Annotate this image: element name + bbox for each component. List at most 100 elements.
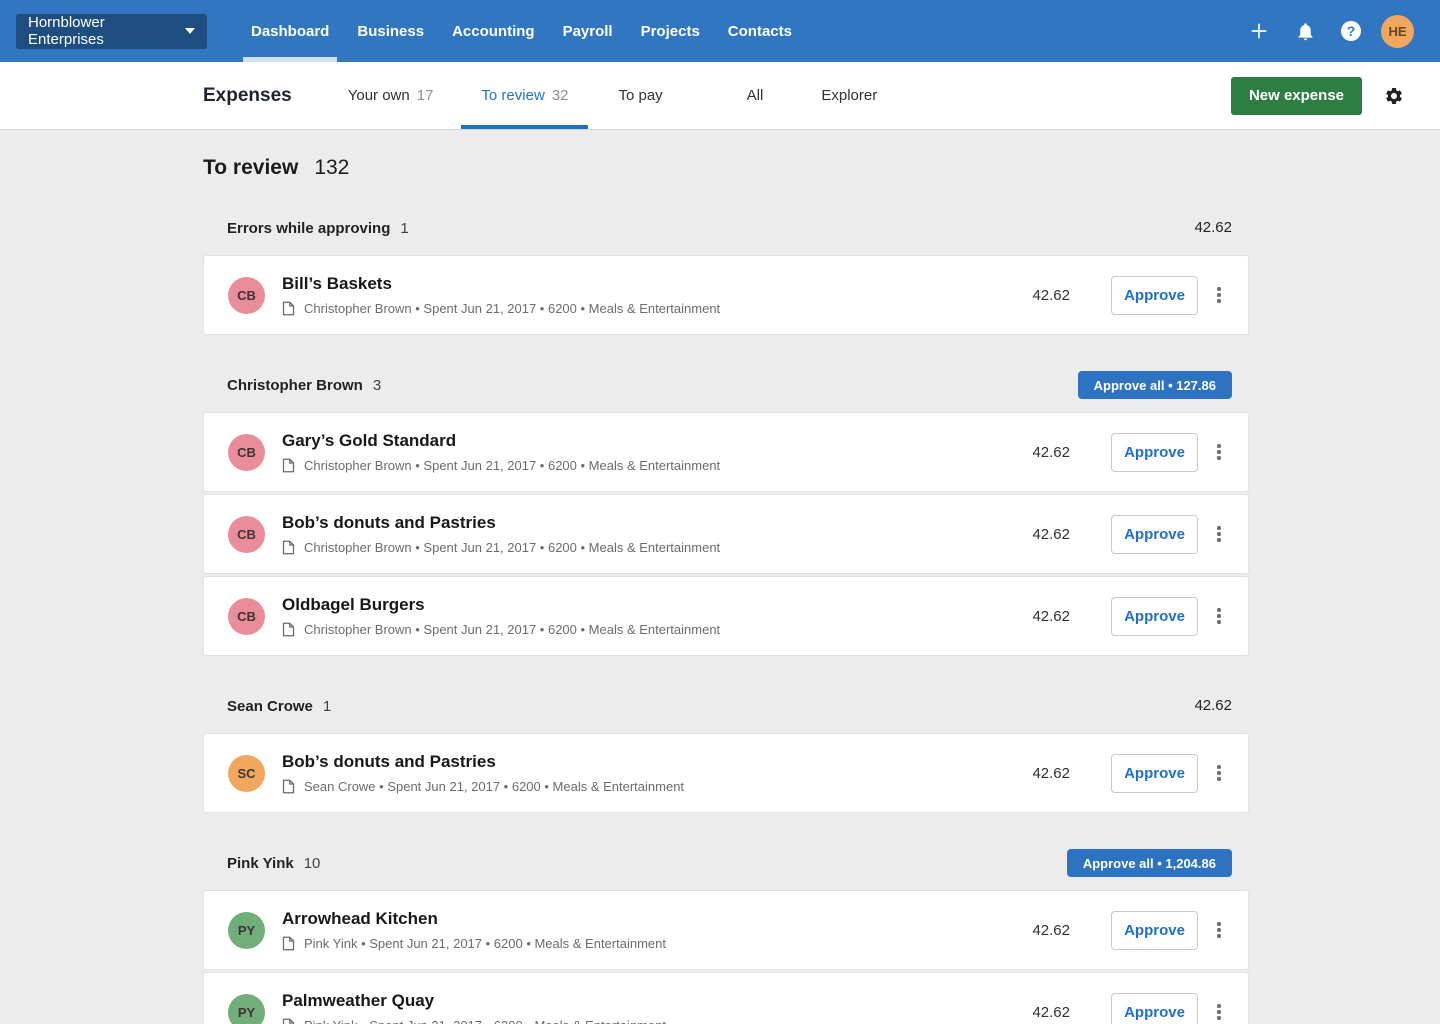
expense-title: Bill’s Baskets bbox=[282, 274, 950, 294]
group-header: Errors while approving 1 42.62 bbox=[203, 214, 1249, 242]
more-options-icon[interactable] bbox=[1207, 515, 1231, 554]
avatar: CB bbox=[228, 516, 265, 553]
nav-item-dashboard[interactable]: Dashboard bbox=[237, 0, 343, 62]
expense-card[interactable]: CB Bob’s donuts and Pastries Christopher… bbox=[203, 494, 1249, 574]
receipt-document-icon bbox=[282, 779, 295, 794]
approve-button[interactable]: Approve bbox=[1111, 597, 1198, 636]
approve-button[interactable]: Approve bbox=[1111, 911, 1198, 950]
more-options-icon[interactable] bbox=[1207, 754, 1231, 793]
org-switcher[interactable]: Hornblower Enterprises bbox=[16, 14, 207, 49]
expense-meta: Christopher Brown • Spent Jun 21, 2017 •… bbox=[304, 622, 720, 637]
nav-item-payroll[interactable]: Payroll bbox=[549, 0, 627, 62]
receipt-document-icon bbox=[282, 301, 295, 316]
nav-utilities: ? HE bbox=[1243, 15, 1424, 48]
help-icon[interactable]: ? bbox=[1335, 15, 1367, 47]
avatar: CB bbox=[228, 598, 265, 635]
expense-meta: Sean Crowe • Spent Jun 21, 2017 • 6200 •… bbox=[304, 779, 684, 794]
expense-card[interactable]: PY Palmweather Quay Pink Yink • Spent Ju… bbox=[203, 972, 1249, 1024]
expense-tabs: Your own17 To review32 To pay All Explor… bbox=[328, 62, 897, 129]
approve-all-button[interactable]: Approve all • 127.86 bbox=[1078, 371, 1232, 399]
notifications-bell-icon[interactable] bbox=[1289, 15, 1321, 47]
receipt-document-icon bbox=[282, 458, 295, 473]
to-review-count: 132 bbox=[314, 156, 349, 179]
expense-card[interactable]: SC Bob’s donuts and Pastries Sean Crowe … bbox=[203, 733, 1249, 813]
group-name: Sean Crowe bbox=[227, 698, 313, 715]
approve-button[interactable]: Approve bbox=[1111, 276, 1198, 315]
chevron-down-icon bbox=[185, 28, 195, 34]
expense-amount: 42.62 bbox=[950, 444, 1070, 461]
expense-title: Palmweather Quay bbox=[282, 991, 950, 1011]
expense-title: Bob’s donuts and Pastries bbox=[282, 752, 950, 772]
group-total: 42.62 bbox=[1194, 697, 1232, 714]
expense-amount: 42.62 bbox=[950, 287, 1070, 304]
expenses-header: Expenses Your own17 To review32 To pay A… bbox=[0, 62, 1440, 130]
nav-item-projects[interactable]: Projects bbox=[627, 0, 714, 62]
approve-button[interactable]: Approve bbox=[1111, 515, 1198, 554]
more-options-icon[interactable] bbox=[1207, 911, 1231, 950]
avatar: PY bbox=[228, 912, 265, 949]
more-options-icon[interactable] bbox=[1207, 276, 1231, 315]
to-review-content: To review132 Errors while approving 1 42… bbox=[203, 156, 1249, 1024]
expense-title: Arrowhead Kitchen bbox=[282, 909, 950, 929]
tab-to-review[interactable]: To review32 bbox=[461, 62, 588, 129]
expense-title: Gary’s Gold Standard bbox=[282, 431, 950, 451]
expense-card[interactable]: PY Arrowhead Kitchen Pink Yink • Spent J… bbox=[203, 890, 1249, 970]
group-header: Christopher Brown 3 Approve all • 127.86 bbox=[203, 371, 1249, 399]
expense-title: Oldbagel Burgers bbox=[282, 595, 950, 615]
tab-explorer[interactable]: Explorer bbox=[801, 62, 897, 129]
group-total: 42.62 bbox=[1194, 219, 1232, 236]
group-count: 1 bbox=[323, 698, 331, 715]
expense-card[interactable]: CB Bill’s Baskets Christopher Brown • Sp… bbox=[203, 255, 1249, 335]
settings-gear-icon[interactable] bbox=[1384, 86, 1404, 106]
expense-amount: 42.62 bbox=[950, 526, 1070, 543]
expense-amount: 42.62 bbox=[950, 922, 1070, 939]
org-name: Hornblower Enterprises bbox=[28, 14, 177, 48]
user-avatar[interactable]: HE bbox=[1381, 15, 1414, 48]
avatar: SC bbox=[228, 755, 265, 792]
approve-button[interactable]: Approve bbox=[1111, 433, 1198, 472]
tab-all[interactable]: All bbox=[727, 62, 784, 129]
group-name: Christopher Brown bbox=[227, 377, 363, 394]
expense-group: Christopher Brown 3 Approve all • 127.86… bbox=[203, 371, 1249, 656]
receipt-document-icon bbox=[282, 622, 295, 637]
to-review-heading: To review132 bbox=[203, 156, 1249, 180]
expense-meta: Pink Yink • Spent Jun 21, 2017 • 6200 • … bbox=[304, 936, 666, 951]
nav-item-contacts[interactable]: Contacts bbox=[714, 0, 806, 62]
expense-meta: Christopher Brown • Spent Jun 21, 2017 •… bbox=[304, 301, 720, 316]
expense-group: Errors while approving 1 42.62 CB Bill’s… bbox=[203, 214, 1249, 335]
more-options-icon[interactable] bbox=[1207, 993, 1231, 1024]
expense-meta: Pink Yink • Spent Jun 21, 2017 • 6200 • … bbox=[304, 1018, 666, 1024]
add-icon[interactable] bbox=[1243, 15, 1275, 47]
receipt-document-icon bbox=[282, 540, 295, 555]
new-expense-button[interactable]: New expense bbox=[1231, 77, 1362, 115]
avatar: CB bbox=[228, 434, 265, 471]
avatar: CB bbox=[228, 277, 265, 314]
expense-title: Bob’s donuts and Pastries bbox=[282, 513, 950, 533]
top-nav: Hornblower Enterprises Dashboard Busines… bbox=[0, 0, 1440, 62]
approve-button[interactable]: Approve bbox=[1111, 993, 1198, 1024]
group-header: Pink Yink 10 Approve all • 1,204.86 bbox=[203, 849, 1249, 877]
avatar: PY bbox=[228, 994, 265, 1024]
more-options-icon[interactable] bbox=[1207, 597, 1231, 636]
nav-item-business[interactable]: Business bbox=[343, 0, 438, 62]
group-name: Pink Yink bbox=[227, 855, 294, 872]
expense-card[interactable]: CB Oldbagel Burgers Christopher Brown • … bbox=[203, 576, 1249, 656]
group-name: Errors while approving bbox=[227, 220, 390, 237]
expense-amount: 42.62 bbox=[950, 1004, 1070, 1021]
tab-your-own[interactable]: Your own17 bbox=[328, 62, 454, 129]
approve-all-button[interactable]: Approve all • 1,204.86 bbox=[1067, 849, 1232, 877]
expense-meta: Christopher Brown • Spent Jun 21, 2017 •… bbox=[304, 540, 720, 555]
expense-card[interactable]: CB Gary’s Gold Standard Christopher Brow… bbox=[203, 412, 1249, 492]
group-count: 10 bbox=[304, 855, 321, 872]
approve-button[interactable]: Approve bbox=[1111, 754, 1198, 793]
nav-item-accounting[interactable]: Accounting bbox=[438, 0, 549, 62]
primary-nav: Dashboard Business Accounting Payroll Pr… bbox=[237, 0, 806, 62]
expense-amount: 42.62 bbox=[950, 765, 1070, 782]
expense-group: Pink Yink 10 Approve all • 1,204.86 PY A… bbox=[203, 849, 1249, 1024]
expense-meta: Christopher Brown • Spent Jun 21, 2017 •… bbox=[304, 458, 720, 473]
tab-to-pay[interactable]: To pay bbox=[598, 62, 682, 129]
expense-amount: 42.62 bbox=[950, 608, 1070, 625]
more-options-icon[interactable] bbox=[1207, 433, 1231, 472]
receipt-document-icon bbox=[282, 1018, 295, 1024]
group-count: 3 bbox=[373, 377, 381, 394]
